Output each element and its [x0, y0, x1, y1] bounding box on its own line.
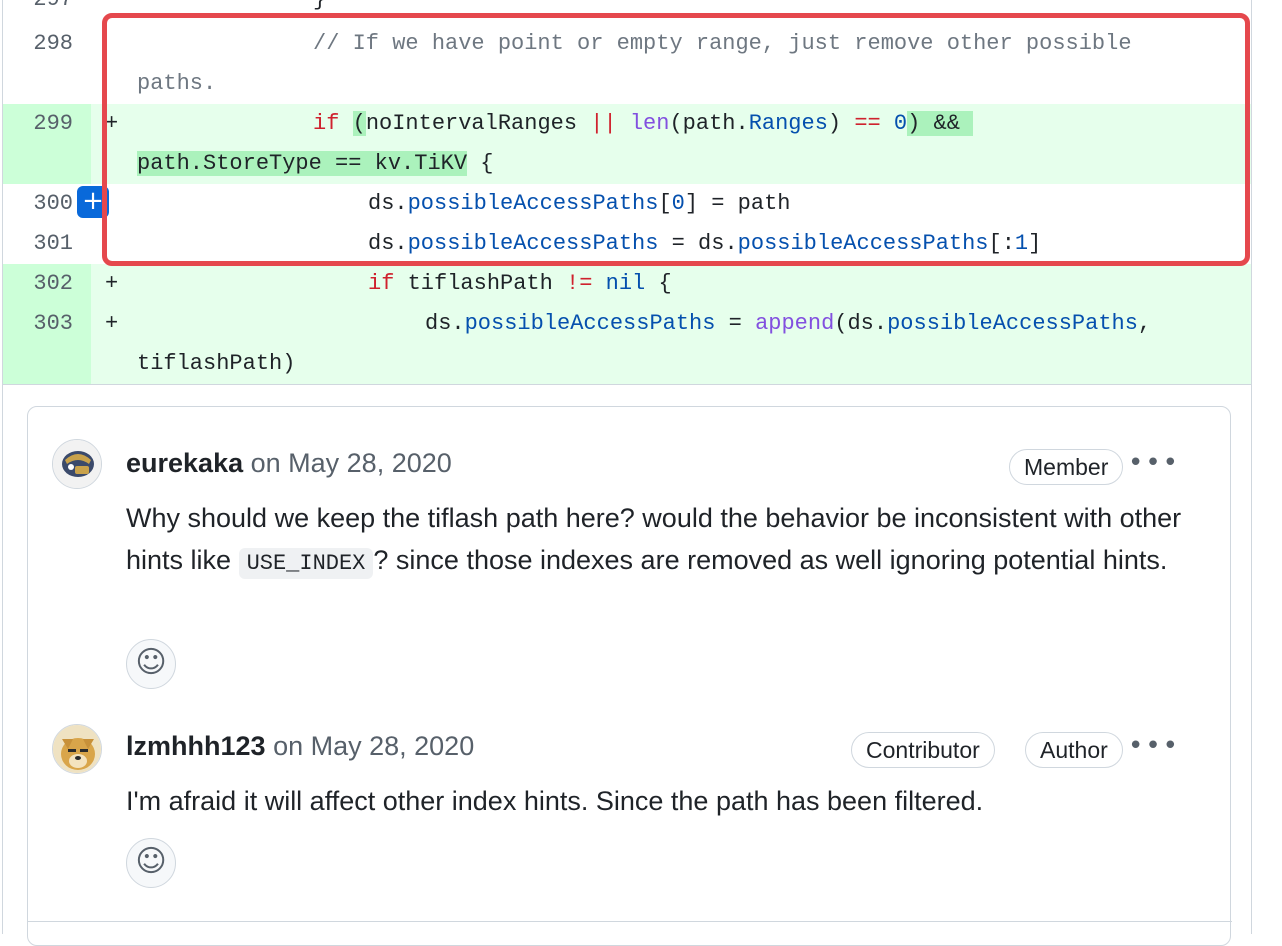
code-token: || — [590, 111, 617, 136]
diff-line: 301 ds.possibleAccessPaths = ds.possible… — [3, 224, 1251, 264]
added-marker: + — [105, 311, 119, 336]
added-marker: + — [105, 271, 119, 296]
member-badge: Member — [1009, 449, 1124, 485]
code-token: possibleAccessPaths — [407, 231, 659, 256]
line-number[interactable]: 302 — [3, 264, 91, 304]
diff-line: 298 // If we have point or empty range, … — [3, 24, 1251, 104]
added-marker: + — [105, 111, 119, 136]
contributor-badge: Contributor — [851, 732, 995, 768]
code-token-highlight: ) && — [907, 111, 960, 136]
diff-line-added: 299 + if (noIntervalRanges || len(path.R… — [3, 104, 1251, 184]
line-number[interactable]: 303 — [3, 304, 91, 384]
author-badge: Author — [1025, 732, 1123, 768]
code-text: if tiflashPath != nil { — [137, 264, 1231, 304]
pull-request-review-panel: 297 } 298 // If we have point or empty r… — [2, 0, 1252, 946]
comment-date[interactable]: on May 28, 2020 — [273, 731, 474, 761]
code-token: len — [629, 111, 670, 136]
code-token: ds. — [368, 191, 408, 216]
code-text: // If we have point or empty range, just… — [137, 24, 1231, 104]
code-token: tiflashPath) — [137, 351, 296, 376]
code-token: != — [566, 271, 593, 296]
code-token: if — [313, 111, 340, 136]
code-token: possibleAccessPaths — [887, 311, 1138, 336]
code-token: 0 — [671, 191, 685, 216]
code-token: if — [368, 271, 395, 296]
code-token: append — [755, 311, 835, 336]
inline-code: USE_INDEX — [238, 548, 374, 579]
add-reaction-button[interactable]: ☺ — [126, 639, 176, 689]
code-text: } — [137, 0, 1231, 20]
diff-line: 300 ds.possibleAccessPaths[0] = path — [3, 184, 1251, 224]
code-text: if (noIntervalRanges || len(path.Ranges)… — [137, 104, 1231, 184]
add-reaction-button[interactable]: ☺ — [126, 838, 176, 888]
avatar[interactable] — [52, 724, 102, 774]
code-token: ds. — [368, 231, 408, 256]
code-diff: 297 } 298 // If we have point or empty r… — [3, 0, 1251, 384]
code-token: } — [313, 0, 326, 12]
code-token: tiflashPath — [407, 271, 553, 296]
code-token: (ds. — [834, 311, 888, 336]
line-number[interactable]: 298 — [3, 24, 91, 104]
code-token: nil — [605, 271, 646, 296]
code-token: Ranges — [748, 111, 828, 136]
comment: eurekaka on May 28, 2020 Member ••• Why … — [28, 439, 1232, 695]
code-token: (path. — [669, 111, 749, 136]
code-token: == — [854, 111, 881, 136]
diff-line: 297 } — [3, 0, 1251, 20]
code-token: ) — [827, 111, 842, 136]
code-token-highlight: path.StoreType == kv.TiKV — [137, 151, 468, 176]
comment-body: Why should we keep the tiflash path here… — [126, 497, 1206, 585]
code-token: ] — [1028, 231, 1042, 256]
comment: lzmhhh123 on May 28, 2020 Contributor Au… — [28, 724, 1232, 918]
code-token: noIntervalRanges — [365, 111, 578, 136]
code-comment: paths. — [137, 71, 217, 96]
code-text: ds.possibleAccessPaths[0] = path — [137, 184, 1231, 224]
code-token: possibleAccessPaths — [464, 311, 716, 336]
code-token: = ds. — [658, 231, 738, 256]
code-token: ds. — [425, 311, 465, 336]
code-token: , — [1137, 311, 1152, 336]
review-thread: eurekaka on May 28, 2020 Member ••• Why … — [27, 406, 1232, 946]
comment-header: eurekaka on May 28, 2020 — [126, 445, 452, 481]
helmet-avatar-icon — [53, 440, 101, 488]
line-number[interactable]: 301 — [3, 224, 91, 264]
code-comment: // If we have point or empty range, just… — [313, 31, 1132, 56]
author-name[interactable]: lzmhhh123 — [126, 731, 266, 761]
doge-avatar-icon — [53, 725, 101, 773]
avatar[interactable] — [52, 439, 102, 489]
line-number[interactable]: 297 — [3, 0, 91, 20]
divider — [28, 921, 1232, 922]
code-token: [ — [658, 191, 672, 216]
code-token: { — [658, 271, 672, 296]
author-name[interactable]: eurekaka — [126, 448, 243, 478]
code-text: ds.possibleAccessPaths = append(ds.possi… — [137, 304, 1231, 384]
code-token: possibleAccessPaths — [737, 231, 989, 256]
code-token: 0 — [893, 111, 908, 136]
more-options-icon[interactable]: ••• — [1128, 728, 1180, 764]
code-token: = — [715, 311, 756, 336]
diff-line-added: 302 + if tiflashPath != nil { — [3, 264, 1251, 304]
code-text: ds.possibleAccessPaths = ds.possibleAcce… — [137, 224, 1231, 264]
comment-header: lzmhhh123 on May 28, 2020 — [126, 728, 474, 764]
code-token: { — [480, 151, 494, 176]
more-options-icon[interactable]: ••• — [1128, 445, 1180, 481]
comment-body: I'm afraid it will affect other index hi… — [126, 786, 984, 816]
line-number[interactable]: 299 — [3, 104, 91, 184]
code-token: [: — [988, 231, 1015, 256]
diff-line-added: 303 + ds.possibleAccessPaths = append(ds… — [3, 304, 1251, 384]
smiley-icon: ☺ — [135, 844, 167, 879]
code-token: ] = path — [684, 191, 791, 216]
code-token: possibleAccessPaths — [407, 191, 659, 216]
code-token: 1 — [1014, 231, 1029, 256]
comment-text: ? since those indexes are removed as wel… — [373, 545, 1168, 575]
smiley-icon: ☺ — [135, 645, 167, 680]
add-comment-button[interactable]: + — [77, 186, 109, 218]
comment-date[interactable]: on May 28, 2020 — [251, 448, 452, 478]
divider — [3, 384, 1251, 385]
code-token: ( — [352, 111, 366, 136]
